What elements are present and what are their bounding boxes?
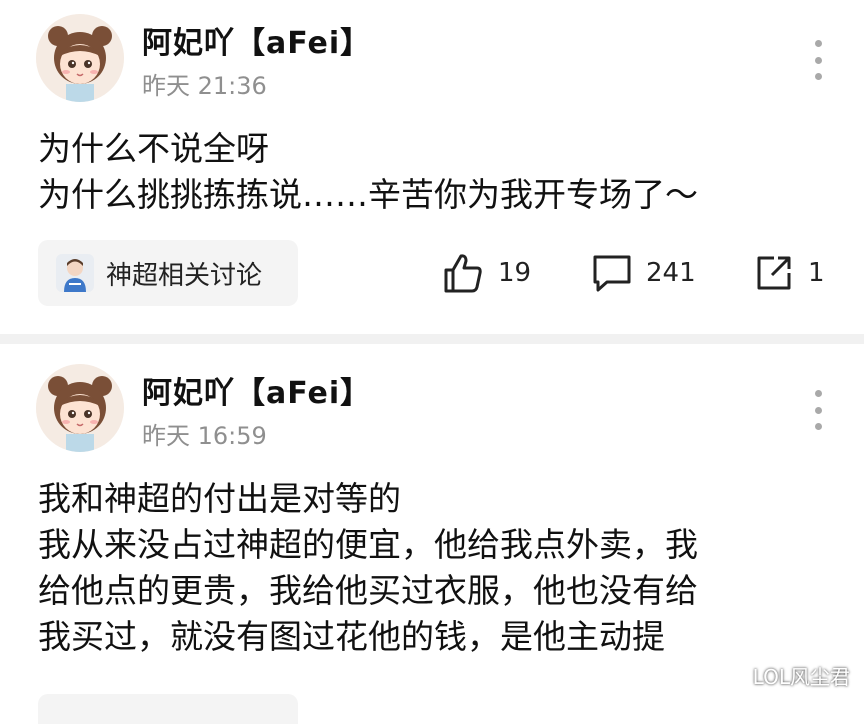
post-timestamp: 昨天 21:36 [142,72,267,100]
topic-label: 神超相关讨论 [106,260,263,291]
like-count: 19 [498,258,532,288]
share-count: 1 [808,258,825,288]
content-line: 为什么不说全呀 [38,129,269,168]
watermark: LOL风尘君 [752,665,850,689]
post-card: 阿妃吖【aFei】 昨天 16:59 我和神超的付出是对等的 我从来没占过神超的… [0,344,864,724]
content-line: 我和神超的付出是对等的 [38,479,401,518]
comment-bubble-icon [593,255,631,292]
comment-button[interactable]: 241 [592,250,696,296]
post-content: 我和神超的付出是对等的 我从来没占过神超的便宜，他给我点外卖，我 给他点的更贵，… [38,476,840,660]
post-content: 为什么不说全呀 为什么挑挑拣拣说……辛苦你为我开专场了～ [38,126,840,218]
user-avatar[interactable] [36,14,124,102]
like-button[interactable]: 19 [442,250,531,296]
share-icon [757,256,791,290]
content-line: 为什么挑挑拣拣说……辛苦你为我开专场了～ [38,175,698,214]
user-avatar[interactable] [36,364,124,452]
comment-count: 241 [646,258,696,288]
post-divider [0,334,864,344]
more-options-icon[interactable] [812,40,824,80]
topic-avatar-icon [56,254,94,292]
username[interactable]: 阿妃吖【aFei】 [142,368,371,412]
more-options-icon[interactable] [812,390,824,430]
post-card: 阿妃吖【aFei】 昨天 21:36 为什么不说全呀 为什么挑挑拣拣说……辛苦你… [0,0,864,334]
content-line: 给他点的更贵，我给他买过衣服，他也没有给 [38,571,698,610]
topic-chip[interactable]: 神超相关讨论 [38,240,298,306]
thumbs-up-icon [444,254,482,293]
topic-chip[interactable] [38,694,298,724]
content-line: 我买过，就没有图过花他的钱，是他主动提 [38,617,665,656]
share-button[interactable]: 1 [754,250,825,296]
content-line: 我从来没占过神超的便宜，他给我点外卖，我 [38,525,698,564]
username[interactable]: 阿妃吖【aFei】 [142,18,371,62]
avatar-girl-icon [36,14,124,102]
avatar-girl-icon [36,364,124,452]
post-timestamp: 昨天 16:59 [142,422,267,450]
